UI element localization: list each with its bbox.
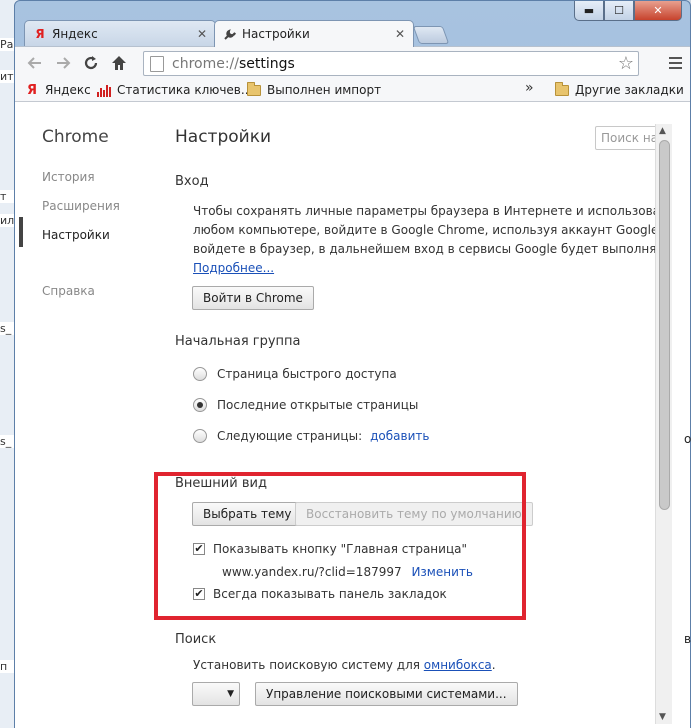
sidebar-item-history[interactable]: История [42,170,95,184]
sidebar-item-settings[interactable]: Настройки [42,228,110,242]
sidebar-item-help[interactable]: Справка [42,284,95,298]
reload-icon [84,55,98,69]
sidebar-active-indicator [19,217,23,247]
yandex-icon: Я [26,82,37,98]
close-tab-icon[interactable]: ✕ [197,27,207,41]
omnibox-link[interactable]: омнибокса [424,658,492,672]
startup-option-restore[interactable]: Последние открытые страницы [193,398,418,412]
radio-button[interactable] [193,367,207,381]
close-tab-icon[interactable]: ✕ [395,27,405,41]
home-button[interactable] [105,49,133,77]
background-text: в [684,632,691,646]
reset-theme-button[interactable]: Восстановить тему по умолчанию [295,502,533,526]
settings-search-input[interactable]: Поиск настроек [595,126,657,150]
scrollbar[interactable]: ▲ ▼ [655,124,672,724]
signin-text-line: Чтобы сохранять личные параметры браузер… [193,204,655,218]
address-bar[interactable]: chrome://settings ☆ [143,51,639,76]
startup-option-pages[interactable]: Следующие страницы: добавить [193,429,429,443]
settings-sidebar: Chrome История Расширения Настройки Спра… [15,102,160,728]
bookmarks-bar: Я Яндекс Статистика ключев... Выполнен и… [15,78,690,102]
radio-button[interactable] [193,429,207,443]
tab-label: Настройки [242,27,310,41]
maximize-button[interactable]: ☐ [604,1,634,21]
scroll-up-icon[interactable]: ▲ [659,126,666,136]
home-url: www.yandex.ru/?clid=187997 [222,565,402,579]
bookmark-folder-import[interactable]: Выполнен импорт [241,79,387,101]
signin-button[interactable]: Войти в Chrome [192,286,314,310]
change-home-link[interactable]: Изменить [411,565,473,579]
folder-icon [247,81,261,97]
window-controls: ▬ ☐ ✕ [574,1,682,21]
signin-text-line: любом компьютере, войдите в Google Chrom… [193,223,655,237]
forward-button[interactable] [49,49,77,77]
tab-label: Яндекс [52,26,98,41]
search-engine-select[interactable]: ▼ [192,682,240,706]
show-bookmarks-option[interactable]: ✔ Всегда показывать панель закладок [193,587,447,601]
tab-settings[interactable]: Настройки ✕ [214,20,414,47]
scroll-down-icon[interactable]: ▼ [659,712,666,722]
signin-section-title: Вход [175,174,209,189]
add-pages-link[interactable]: добавить [370,429,429,443]
bookmark-yandex[interactable]: Я Яндекс [19,79,97,101]
folder-icon [555,81,569,97]
toolbar: chrome://settings ☆ [15,46,690,78]
settings-page: Chrome История Расширения Настройки Спра… [15,102,690,728]
new-tab-button[interactable] [412,26,450,44]
tab-yandex[interactable]: Я Яндекс ✕ [24,20,216,46]
other-bookmarks[interactable]: Другие закладки [549,79,690,101]
learn-more-link[interactable]: Подробнее... [193,261,274,275]
menu-button[interactable] [664,53,686,73]
choose-theme-button[interactable]: Выбрать тему [192,502,303,526]
sidebar-item-extensions[interactable]: Расширения [42,199,120,213]
page-title: Настройки [175,127,272,147]
manage-search-engines-button[interactable]: Управление поисковыми системами... [255,682,518,706]
url-scheme: chrome:// [172,55,239,72]
star-icon[interactable]: ☆ [618,53,634,74]
appearance-section-title: Внешний вид [175,476,267,491]
startup-section-title: Начальная группа [175,334,301,349]
scrollbar-thumb[interactable] [659,140,670,510]
startup-option-ntp[interactable]: Страница быстрого доступа [193,367,397,381]
url-host: settings [239,55,295,72]
sidebar-brand: Chrome [42,127,109,147]
checkbox-checked-icon[interactable]: ✔ [193,543,205,555]
radio-button[interactable] [193,398,207,412]
back-button[interactable] [21,49,49,77]
checkbox-checked-icon[interactable]: ✔ [193,588,205,600]
bookmarks-overflow-icon[interactable]: » [525,80,534,96]
page-icon [150,55,164,72]
reload-button[interactable] [77,49,105,77]
stats-icon [97,83,111,97]
search-description: Установить поисковую систему для омнибок… [193,658,496,672]
dropdown-arrow-icon: ▼ [227,689,234,699]
arrow-right-icon [57,56,71,69]
search-section-title: Поиск [175,632,217,647]
yandex-icon: Я [35,26,45,41]
bookmark-stats[interactable]: Статистика ключев... [91,79,258,101]
wrench-icon [223,27,237,41]
tab-strip: Я Яндекс ✕ Настройки ✕ [24,20,664,47]
home-icon [112,55,126,70]
minimize-button[interactable]: ▬ [574,1,604,21]
signin-text-line: войдете в браузер, в дальнейшем вход в с… [193,242,655,256]
menu-icon [668,57,682,59]
background-text: о [684,432,691,446]
arrow-left-icon [27,56,41,69]
show-home-option[interactable]: ✔ Показывать кнопку "Главная страница" [193,542,467,556]
settings-main: Настройки Поиск настроек Вход Чтобы сохр… [175,102,657,728]
close-window-button[interactable]: ✕ [634,1,682,21]
